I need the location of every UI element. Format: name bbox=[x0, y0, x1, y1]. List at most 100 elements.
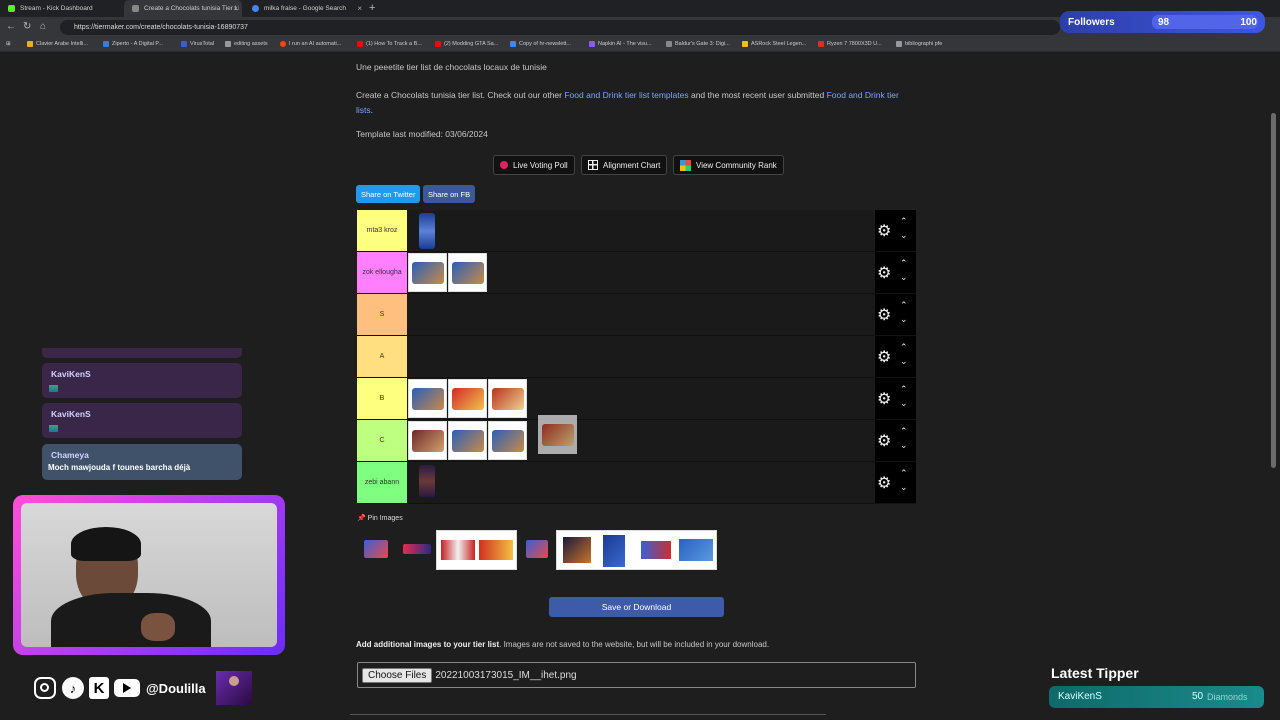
chevron-down-icon[interactable]: ⌄ bbox=[900, 398, 908, 409]
gear-icon[interactable]: ⚙ bbox=[877, 305, 891, 325]
tab-tiermaker[interactable]: Create a Chocolats tunisia Tier Lis × bbox=[124, 0, 242, 17]
instagram-icon bbox=[34, 677, 56, 699]
rank-label: View Community Rank bbox=[696, 160, 777, 170]
chevron-down-icon[interactable]: ⌄ bbox=[900, 440, 908, 451]
webcam-frame bbox=[13, 495, 285, 655]
tier-label[interactable]: mta3 kroz bbox=[357, 210, 407, 251]
chevron-up-icon[interactable]: ⌃ bbox=[900, 300, 908, 311]
pool-item-group[interactable] bbox=[556, 530, 717, 570]
dragged-chocolate-item[interactable] bbox=[538, 415, 577, 454]
page-subtitle: Une peeetite tier list de chocolats loca… bbox=[356, 62, 547, 72]
chevron-up-icon[interactable]: ⌃ bbox=[900, 216, 908, 227]
tier-label[interactable]: zebi abann bbox=[357, 462, 407, 503]
tier-row: mta3 kroz ⚙ ⌃ ⌄ bbox=[357, 210, 916, 252]
tier-controls: ⚙ ⌃ ⌄ bbox=[875, 210, 916, 251]
tier-controls: ⚙ ⌃ ⌄ bbox=[875, 462, 916, 503]
tab-google-search[interactable]: milka fraise - Google Search × bbox=[244, 0, 366, 17]
bookmark[interactable]: bibliographi pfe bbox=[896, 41, 942, 47]
food-templates-link[interactable]: Food and Drink tier list templates bbox=[564, 90, 688, 100]
food-lists-link-a[interactable]: Food and Drink tier bbox=[827, 90, 899, 100]
chocolate-item[interactable] bbox=[419, 465, 435, 497]
url-input[interactable]: https://tiermaker.com/create/chocolats-t… bbox=[60, 20, 1060, 35]
gear-icon[interactable]: ⚙ bbox=[877, 347, 891, 367]
chocolate-item[interactable] bbox=[448, 253, 487, 292]
gear-icon[interactable]: ⚙ bbox=[877, 263, 891, 283]
pool-item[interactable] bbox=[364, 540, 388, 558]
save-download-button[interactable]: Save or Download bbox=[549, 597, 724, 617]
bookmark[interactable]: Copy of hr-newslett... bbox=[510, 41, 571, 47]
bookmark[interactable]: Clavier Arabe Intelli... bbox=[27, 41, 88, 47]
chocolate-item[interactable] bbox=[488, 421, 527, 460]
alignment-chart-button[interactable]: Alignment Chart bbox=[581, 155, 668, 175]
pin-images-label[interactable]: 📌 Pin Images bbox=[357, 514, 403, 522]
close-tab-icon[interactable]: × bbox=[357, 4, 362, 13]
file-input[interactable]: Choose Files 20221003173015_IM__ihet.png bbox=[357, 662, 916, 688]
tier-label[interactable]: C bbox=[357, 420, 407, 461]
chevron-down-icon[interactable]: ⌄ bbox=[900, 314, 908, 325]
streamer-avatar bbox=[215, 671, 252, 705]
tier-row: C ⚙ ⌃ ⌄ bbox=[357, 415, 916, 462]
chevron-up-icon[interactable]: ⌃ bbox=[900, 384, 908, 395]
food-lists-link-b[interactable]: lists bbox=[356, 105, 371, 115]
bookmark-icon bbox=[666, 41, 672, 47]
bookmark[interactable]: (1) How To Track a B... bbox=[357, 41, 422, 47]
chevron-up-icon[interactable]: ⌃ bbox=[900, 468, 908, 479]
bookmark-icon bbox=[818, 41, 824, 47]
share-facebook-button[interactable]: Share on FB bbox=[423, 185, 476, 203]
gear-icon[interactable]: ⚙ bbox=[877, 473, 891, 493]
chocolate-item[interactable] bbox=[448, 421, 487, 460]
bookmark[interactable]: I run an AI automati... bbox=[280, 41, 341, 47]
bookmark[interactable]: Ziperto - A Digital P... bbox=[103, 41, 163, 47]
choose-files-button[interactable]: Choose Files bbox=[362, 667, 433, 683]
tier-label[interactable]: S bbox=[357, 294, 407, 335]
gear-icon[interactable]: ⚙ bbox=[877, 389, 891, 409]
chevron-down-icon[interactable]: ⌄ bbox=[900, 482, 908, 493]
chocolate-item[interactable] bbox=[408, 421, 447, 460]
home-icon[interactable]: ⌂ bbox=[40, 21, 46, 32]
close-tab-icon[interactable]: × bbox=[233, 4, 238, 13]
bookmark[interactable]: VirusTotal bbox=[181, 41, 214, 47]
youtube-icon bbox=[114, 679, 140, 697]
bookmark[interactable]: (2) Modding GTA Sa... bbox=[435, 41, 498, 47]
bookmark[interactable]: ASRock Steel Legen... bbox=[742, 41, 806, 47]
back-icon[interactable]: ← bbox=[6, 21, 16, 32]
apps-icon[interactable]: ⊞ bbox=[6, 41, 11, 47]
chevron-up-icon[interactable]: ⌃ bbox=[900, 258, 908, 269]
chat-message: KaviKenS bbox=[42, 403, 242, 438]
chocolate-item[interactable] bbox=[419, 213, 435, 249]
add-images-text: Add additional images to your tier list.… bbox=[356, 640, 769, 649]
tier-label[interactable]: A bbox=[357, 336, 407, 377]
tab-kick-dashboard[interactable]: Stream - Kick Dashboard bbox=[0, 0, 122, 17]
gear-icon[interactable]: ⚙ bbox=[877, 431, 891, 451]
pool-item-group[interactable] bbox=[436, 530, 517, 570]
chevron-down-icon[interactable]: ⌄ bbox=[900, 230, 908, 241]
tier-controls: ⚙ ⌃ ⌄ bbox=[875, 420, 916, 461]
chevron-up-icon[interactable]: ⌃ bbox=[900, 426, 908, 437]
tier-label[interactable]: B bbox=[357, 378, 407, 419]
tier-row: zok ellougha ⚙ ⌃ ⌄ bbox=[357, 252, 916, 294]
tier-label[interactable]: zok ellougha bbox=[357, 252, 407, 293]
chevron-down-icon[interactable]: ⌄ bbox=[900, 356, 908, 367]
bookmark[interactable]: Napkin AI - The visu... bbox=[589, 41, 652, 47]
bookmark[interactable]: editing assets bbox=[225, 41, 268, 47]
share-twitter-button[interactable]: Share on Twitter bbox=[356, 185, 421, 203]
community-rank-button[interactable]: View Community Rank bbox=[673, 155, 784, 175]
screen: Stream - Kick Dashboard Create a Chocola… bbox=[0, 0, 1280, 720]
chocolate-item[interactable] bbox=[448, 379, 487, 418]
chocolate-item[interactable] bbox=[408, 253, 447, 292]
chocolate-item[interactable] bbox=[488, 379, 527, 418]
gear-icon[interactable]: ⚙ bbox=[877, 221, 891, 241]
pool-item[interactable] bbox=[526, 540, 548, 558]
kick-icon bbox=[8, 5, 15, 12]
chevron-down-icon[interactable]: ⌄ bbox=[900, 272, 908, 283]
pool-item[interactable] bbox=[403, 544, 431, 554]
bookmark[interactable]: Ryzen 7 7800X3D U... bbox=[818, 41, 882, 47]
chevron-up-icon[interactable]: ⌃ bbox=[900, 342, 908, 353]
tier-row: S ⚙ ⌃ ⌄ bbox=[357, 294, 916, 336]
reload-icon[interactable]: ↻ bbox=[23, 21, 31, 32]
bookmark[interactable]: Baldur's Gate 3: Digi... bbox=[666, 41, 730, 47]
chocolate-item[interactable] bbox=[408, 379, 447, 418]
live-voting-poll-button[interactable]: Live Voting Poll bbox=[493, 155, 575, 175]
new-tab-button[interactable]: + bbox=[369, 2, 375, 14]
scrollbar[interactable] bbox=[1271, 113, 1276, 468]
